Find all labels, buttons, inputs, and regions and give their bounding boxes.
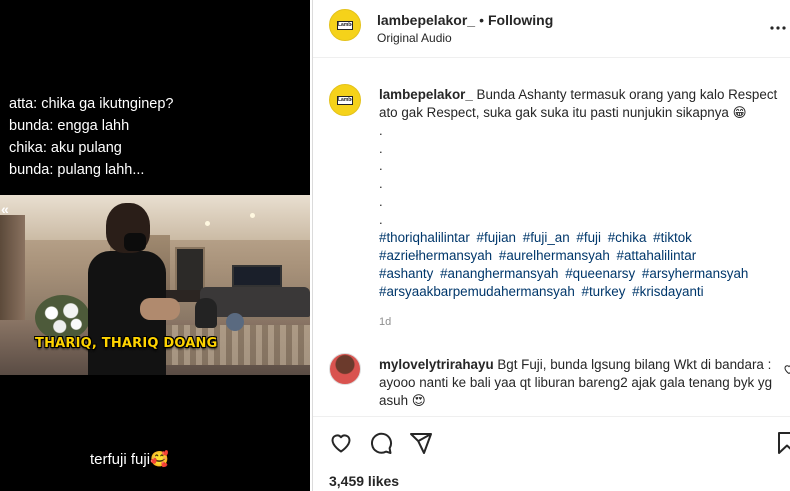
caption-dots: . . . . . .: [379, 122, 383, 228]
comment-username[interactable]: mylovelytrirahayu: [379, 357, 494, 372]
hashtag-link[interactable]: #arsyaakbarpemudahermansyah: [379, 284, 575, 299]
bookmark-icon[interactable]: [775, 431, 790, 455]
header-username-row: lambepelakor_ • Following: [377, 12, 553, 28]
hashtag-link[interactable]: #thoriqhalilintar: [379, 230, 470, 245]
caption-dot: .: [379, 140, 383, 156]
post-comments-area[interactable]: Lambe lambepelakor_ Bunda Ashanty termas…: [313, 59, 790, 415]
share-icon[interactable]: [409, 431, 433, 455]
hashtag-link[interactable]: #turkey: [582, 284, 626, 299]
comment-like-icon[interactable]: [783, 363, 790, 378]
post-media[interactable]: atta: chika ga ikutnginep? bunda: engga …: [0, 0, 310, 491]
post-header: Lambe lambepelakor_ • Following Original A…: [313, 0, 790, 58]
overlay-line: atta: chika ga ikutnginep?: [9, 96, 174, 112]
ceiling-light: [250, 213, 255, 218]
hashtag-link[interactable]: #arsyhermansyah: [642, 266, 748, 281]
avatar-logo: Lambe: [337, 96, 353, 105]
author-avatar[interactable]: Lambe: [329, 9, 361, 41]
person-mask: [124, 233, 146, 251]
audio-link[interactable]: Original Audio: [377, 31, 452, 45]
hashtag-link[interactable]: #aurelhermansyah: [499, 248, 610, 263]
heart-icon[interactable]: [329, 431, 353, 455]
scene-tv: [232, 265, 282, 287]
comment-icon[interactable]: [369, 431, 393, 455]
hashtag-link[interactable]: #ananghermansyah: [440, 266, 558, 281]
overlay-line: chika: aku pulang: [9, 140, 122, 156]
hashtag-link[interactable]: #chika: [608, 230, 647, 245]
post-panel: Lambe lambepelakor_ • Following Original A…: [312, 0, 790, 491]
scene-person-sitting: [226, 313, 244, 331]
ceiling-light: [205, 221, 210, 226]
caption-dot: .: [379, 193, 383, 209]
overlay-line: bunda: engga lahh: [9, 118, 130, 134]
avatar-logo: Lambe: [337, 21, 353, 30]
hashtag-link[interactable]: #attahalilintar: [617, 248, 697, 263]
video-frame[interactable]: « THARIQ, THARIQ DOANG: [0, 195, 310, 375]
following-button[interactable]: Following: [488, 12, 553, 28]
scene-flowers: [35, 295, 90, 340]
hashtag-link[interactable]: #krisdayanti: [632, 284, 703, 299]
hashtag-link[interactable]: #fuji: [576, 230, 601, 245]
post-caption: lambepelakor_ Bunda Ashanty termasuk ora…: [379, 86, 789, 122]
hashtag-link[interactable]: #ashanty: [379, 266, 433, 281]
hashtag-link[interactable]: #azriełhermansyah: [379, 248, 492, 263]
action-bar: 3,459 likes: [313, 416, 790, 491]
person-arm: [140, 298, 180, 320]
video-overlay-text: atta: chika ga ikutnginep? bunda: engga …: [9, 93, 173, 181]
post-age[interactable]: 1d: [379, 316, 391, 328]
caption-dot: .: [379, 176, 383, 192]
commenter-avatar[interactable]: [329, 353, 361, 385]
hashtag-link[interactable]: #tiktok: [653, 230, 692, 245]
caption-dot: .: [379, 211, 383, 227]
more-options-icon[interactable]: [770, 14, 786, 35]
hashtag-link[interactable]: #queenarsy: [565, 266, 635, 281]
comment: mylovelytrirahayu Bgt Fuji, bunda lgsung…: [379, 356, 779, 410]
video-caption-badge: THARIQ, THARIQ DOANG: [35, 336, 218, 351]
author-username[interactable]: lambepelakor_: [377, 12, 475, 28]
caption-username[interactable]: lambepelakor_: [379, 87, 473, 102]
scene-person-sitting: [195, 298, 217, 328]
caption-dot: .: [379, 158, 383, 174]
separator-dot: •: [479, 12, 484, 28]
caption-dot: .: [379, 123, 383, 138]
video-bottom-text: terfuji fuji🥰: [90, 451, 169, 468]
hashtag-link[interactable]: #fujian: [477, 230, 516, 245]
overlay-line: bunda: pulang lahh...: [9, 162, 145, 178]
chevron-left-icon[interactable]: «: [1, 201, 9, 217]
caption-author-avatar[interactable]: Lambe: [329, 84, 361, 116]
likes-count[interactable]: 3,459 likes: [329, 473, 399, 489]
hashtag-list: #thoriqhalilintar #fujian #fuji_an #fuji…: [379, 229, 789, 301]
hashtag-link[interactable]: #fuji_an: [523, 230, 570, 245]
